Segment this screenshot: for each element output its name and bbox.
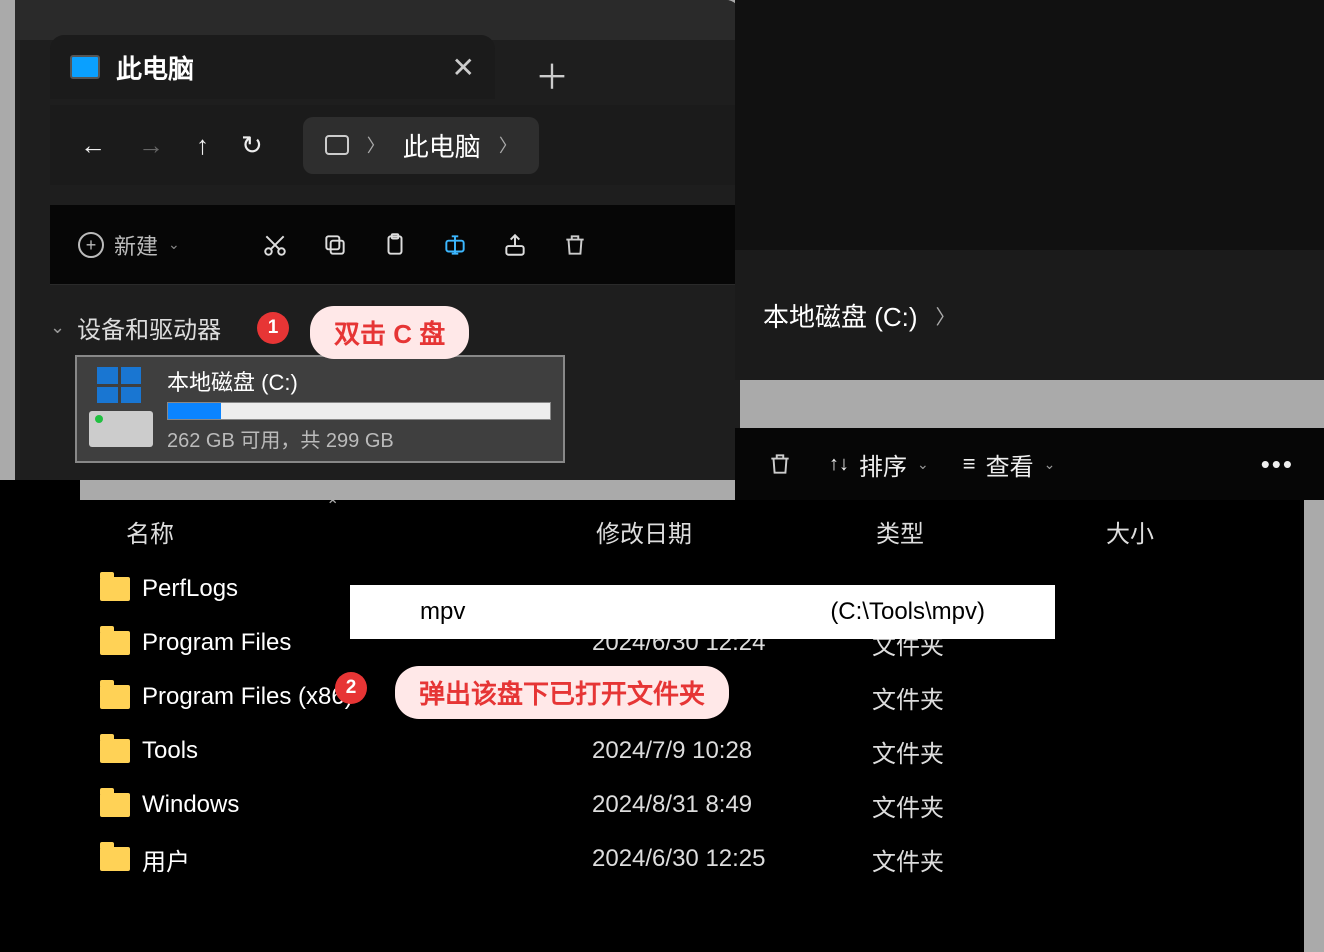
folder-icon — [100, 793, 130, 817]
chevron-down-icon: ⌄ — [917, 456, 929, 473]
annotation-badge-2: 2 — [335, 672, 367, 704]
nav-bar: ← → ↑ ↻ 〉 此电脑 〉 — [50, 105, 740, 185]
address-bar[interactable]: 〉 此电脑 〉 — [303, 117, 539, 174]
sort-button[interactable]: ↑↓ 排序 ⌄ — [829, 447, 929, 482]
file-date: 2024/7/9 10:28 — [592, 737, 872, 765]
window2-top — [735, 0, 1324, 260]
file-row[interactable]: 用户 2024/6/30 12:25 文件夹 — [80, 832, 1304, 886]
folder-icon — [100, 739, 130, 763]
drive-icon — [89, 365, 153, 451]
column-headers: 名称 ⌃ 修改日期 类型 大小 — [80, 500, 1304, 562]
chevron-down-icon: ⌄ — [168, 236, 180, 253]
copy-icon[interactable] — [320, 230, 350, 260]
file-date: 2024/6/30 12:25 — [592, 845, 872, 873]
new-button[interactable]: + 新建 ⌄ — [78, 229, 180, 261]
monitor-icon — [325, 135, 349, 155]
blank-area — [0, 480, 80, 952]
tab-this-pc[interactable]: 此电脑 ✕ — [50, 35, 495, 99]
file-name: Tools — [142, 737, 592, 765]
delete-icon[interactable] — [765, 449, 795, 479]
folder-icon — [100, 631, 130, 655]
popup-path: (C:\Tools\mpv) — [830, 598, 985, 626]
drive-size: 262 GB 可用，共 299 GB — [167, 424, 551, 453]
file-row[interactable]: Tools 2024/7/9 10:28 文件夹 — [80, 724, 1304, 778]
folder-icon — [100, 685, 130, 709]
col-date[interactable]: 修改日期 — [596, 514, 876, 549]
chevron-down-icon: ⌄ — [50, 317, 65, 338]
paste-icon[interactable] — [380, 230, 410, 260]
tab-title: 此电脑 — [116, 49, 452, 86]
cut-icon[interactable] — [260, 230, 290, 260]
back-button[interactable]: ← — [80, 130, 106, 161]
path-popup[interactable]: mpv (C:\Tools\mpv) — [350, 585, 1055, 639]
file-row[interactable]: Windows 2024/8/31 8:49 文件夹 — [80, 778, 1304, 832]
toolbar-2: ↑↓ 排序 ⌄ ≡ 查看 ⌄ ••• — [735, 428, 1324, 500]
col-size[interactable]: 大小 — [1106, 514, 1304, 549]
drive-name: 本地磁盘 (C:) — [167, 365, 551, 397]
file-date: 2024/8/31 8:49 — [592, 791, 872, 819]
file-type: 文件夹 — [872, 680, 1102, 715]
view-label: 查看 — [986, 447, 1034, 482]
file-type: 文件夹 — [872, 842, 1102, 877]
file-type: 文件夹 — [872, 788, 1102, 823]
file-name: Windows — [142, 791, 592, 819]
breadcrumb-label[interactable]: 本地磁盘 (C:) — [763, 297, 918, 334]
annotation-bubble-2: 弹出该盘下已打开文件夹 — [395, 666, 729, 719]
forward-button[interactable]: → — [138, 130, 164, 161]
annotation-bubble-1: 双击 C 盘 — [310, 306, 469, 359]
breadcrumb-label[interactable]: 此电脑 — [403, 127, 481, 164]
toolbar: + 新建 ⌄ — [50, 205, 740, 285]
sort-label: 排序 — [859, 447, 907, 482]
plus-icon: + — [78, 232, 104, 258]
delete-icon[interactable] — [560, 230, 590, 260]
file-type: 文件夹 — [872, 734, 1102, 769]
drive-c[interactable]: 本地磁盘 (C:) 262 GB 可用，共 299 GB — [75, 355, 565, 463]
chevron-right-icon[interactable]: 〉 — [499, 132, 517, 158]
up-button[interactable]: ↑ — [196, 130, 209, 161]
new-tab-button[interactable]: ＋ — [535, 50, 569, 99]
address-bar-2[interactable]: 本地磁盘 (C:) 〉 — [735, 250, 1324, 380]
sort-asc-icon: ⌃ — [326, 496, 339, 516]
popup-name: mpv — [420, 598, 830, 626]
new-label: 新建 — [114, 229, 158, 261]
more-button[interactable]: ••• — [1261, 449, 1294, 480]
rename-icon[interactable] — [440, 230, 470, 260]
section-label: 设备和驱动器 — [77, 310, 221, 345]
view-button[interactable]: ≡ 查看 ⌄ — [963, 447, 1056, 482]
chevron-down-icon: ⌄ — [1044, 456, 1056, 473]
annotation-badge-1: 1 — [257, 312, 289, 344]
chevron-right-icon[interactable]: 〉 — [936, 301, 956, 330]
col-type[interactable]: 类型 — [876, 514, 1106, 549]
share-icon[interactable] — [500, 230, 530, 260]
close-icon[interactable]: ✕ — [452, 51, 475, 84]
monitor-icon — [70, 55, 100, 79]
folder-icon — [100, 847, 130, 871]
file-name: 用户 — [142, 842, 592, 877]
drive-usage-bar — [167, 402, 551, 420]
chevron-right-icon: 〉 — [367, 132, 385, 158]
col-name[interactable]: 名称 ⌃ — [126, 514, 596, 549]
section-devices[interactable]: ⌄ 设备和驱动器 — [50, 310, 221, 345]
folder-icon — [100, 577, 130, 601]
explorer-window-1: 此电脑 ✕ ＋ ← → ↑ ↻ 〉 此电脑 〉 + 新建 ⌄ ⌄ 设备和驱动器 — [15, 0, 740, 480]
refresh-button[interactable]: ↻ — [241, 130, 263, 161]
